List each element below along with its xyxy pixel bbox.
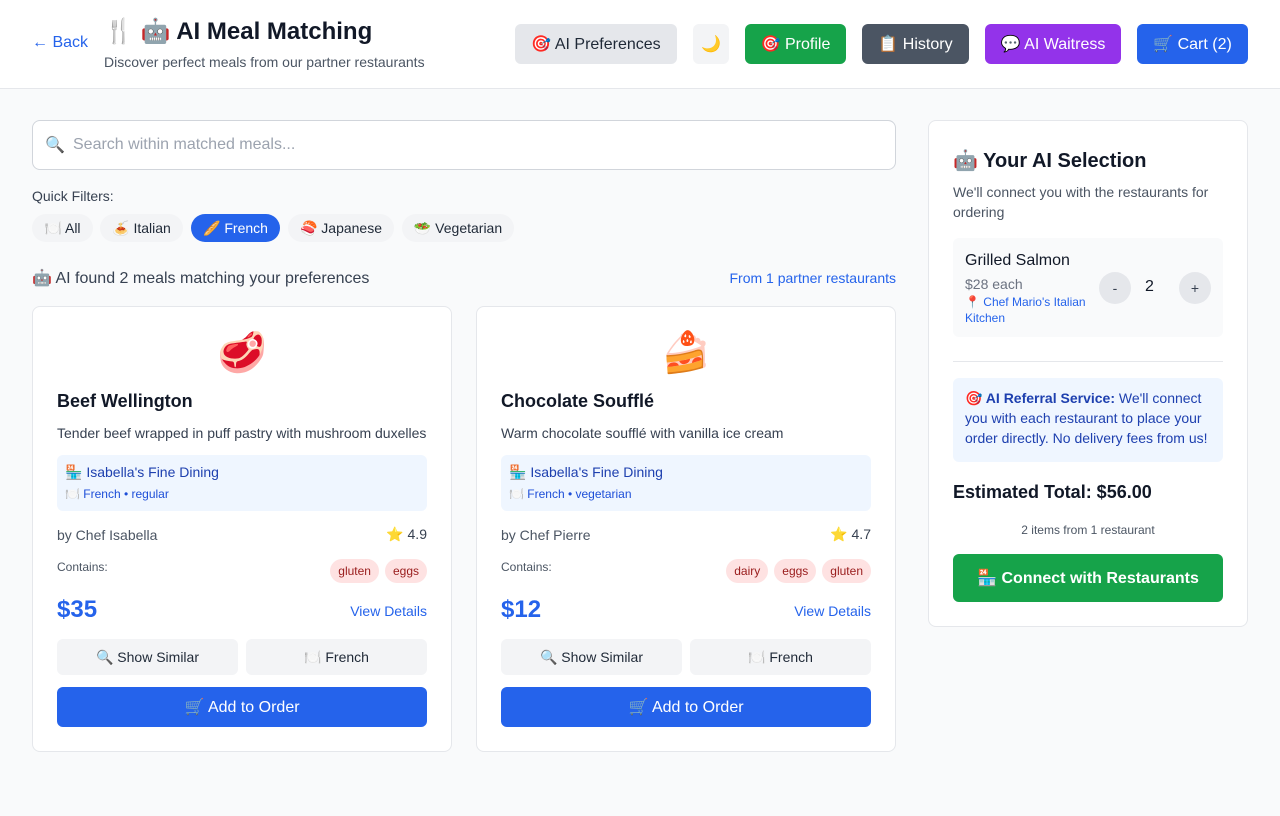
restaurant-meta: 🍽️ French • vegetarian <box>509 487 632 501</box>
allergen-list: gluten eggs <box>330 559 427 583</box>
connect-restaurants-button[interactable]: 🏪 Connect with Restaurants <box>953 554 1223 602</box>
search-box: 🔍 <box>32 120 896 170</box>
meal-price: $35 <box>57 596 98 623</box>
meal-name: Chocolate Soufflé <box>501 391 655 411</box>
dark-mode-toggle[interactable]: 🌙 <box>693 24 729 64</box>
ai-preferences-button[interactable]: 🎯 AI Preferences <box>515 24 677 64</box>
cake-icon: 🍰 <box>661 331 711 375</box>
meal-card: 🥩 Beef Wellington Tender beef wrapped in… <box>32 306 452 752</box>
chef-name: by Chef Pierre <box>501 527 591 543</box>
divider <box>953 361 1223 362</box>
meal-name: Beef Wellington <box>57 391 193 411</box>
app-header: ← Back 🍴 🤖 AI Meal Matching Discover per… <box>0 0 1280 89</box>
page-title: 🍴 🤖 AI Meal Matching <box>104 18 373 45</box>
filter-chip-all[interactable]: 🍽️ All <box>32 214 93 242</box>
filter-chip-vegetarian[interactable]: 🥗 Vegetarian <box>402 214 514 242</box>
item-restaurant: 📍 Chef Mario's Italian Kitchen <box>965 295 1086 325</box>
restaurant-name[interactable]: 🏪 Isabella's Fine Dining <box>509 464 663 481</box>
results-count: 🤖 AI found 2 meals matching your prefere… <box>32 270 370 287</box>
allergen-badge: eggs <box>774 559 817 583</box>
filter-chip-italian[interactable]: 🍝 Italian <box>100 214 183 242</box>
meal-card: 🍰 Chocolate Soufflé Warm chocolate souff… <box>476 306 896 752</box>
increase-quantity-button[interactable]: + <box>1179 272 1211 304</box>
meat-icon: 🥩 <box>217 331 267 375</box>
allergen-badge: eggs <box>384 559 427 583</box>
contains-label: Contains: <box>57 560 108 574</box>
item-price: $28 each <box>965 276 1023 292</box>
restaurant-info: 🏪 Isabella's Fine Dining 🍽️ French • veg… <box>501 455 871 511</box>
back-link[interactable]: ← Back <box>32 34 88 52</box>
show-similar-button[interactable]: 🔍 Show Similar <box>501 639 682 675</box>
panel-description: We'll connect you with the restaurants f… <box>953 184 1209 220</box>
view-details-link[interactable]: View Details <box>350 603 427 619</box>
total-summary: 2 items from 1 restaurant <box>1021 523 1155 537</box>
page-subtitle: Discover perfect meals from our partner … <box>104 54 425 70</box>
show-similar-button[interactable]: 🔍 Show Similar <box>57 639 238 675</box>
item-quantity: 2 <box>1145 278 1154 295</box>
restaurant-meta: 🍽️ French • regular <box>65 487 169 501</box>
referral-notice: 🎯 AI Referral Service: We'll connect you… <box>953 378 1223 462</box>
search-input[interactable] <box>73 122 883 168</box>
search-icon: 🔍 <box>45 137 65 154</box>
decrease-quantity-button[interactable]: - <box>1099 272 1131 304</box>
quick-filters-label: Quick Filters: <box>32 188 114 204</box>
restaurant-name[interactable]: 🏪 Isabella's Fine Dining <box>65 464 219 481</box>
history-button[interactable]: 📋 History <box>862 24 969 64</box>
item-name: Grilled Salmon <box>965 252 1070 269</box>
cuisine-filter-button[interactable]: 🍽️ French <box>246 639 427 675</box>
meal-description: Tender beef wrapped in puff pastry with … <box>57 425 427 441</box>
allergen-list: dairy eggs gluten <box>726 559 871 583</box>
view-details-link[interactable]: View Details <box>794 603 871 619</box>
chef-name: by Chef Isabella <box>57 527 158 543</box>
selection-item: Grilled Salmon $28 each 📍 Chef Mario's I… <box>953 238 1223 337</box>
partner-restaurants-link[interactable]: From 1 partner restaurants <box>729 270 896 286</box>
add-to-order-button[interactable]: 🛒 Add to Order <box>501 687 871 727</box>
referral-heading: 🎯 AI Referral Service: <box>965 390 1115 406</box>
ai-waitress-button[interactable]: 💬 AI Waitress <box>985 24 1121 64</box>
rating: ⭐ 4.7 <box>830 526 871 542</box>
panel-title: 🤖 Your AI Selection <box>953 150 1147 172</box>
cuisine-filter-button[interactable]: 🍽️ French <box>690 639 871 675</box>
allergen-badge: gluten <box>330 559 379 583</box>
add-to-order-button[interactable]: 🛒 Add to Order <box>57 687 427 727</box>
profile-button[interactable]: 🎯 Profile <box>745 24 846 64</box>
allergen-badge: dairy <box>726 559 769 583</box>
restaurant-info: 🏪 Isabella's Fine Dining 🍽️ French • reg… <box>57 455 427 511</box>
meal-price: $12 <box>501 596 542 623</box>
cart-button[interactable]: 🛒 Cart (2) <box>1137 24 1248 64</box>
estimated-total: Estimated Total: $56.00 <box>953 482 1152 502</box>
rating: ⭐ 4.9 <box>386 526 427 542</box>
ai-selection-panel: 🤖 Your AI Selection We'll connect you wi… <box>928 120 1248 627</box>
contains-label: Contains: <box>501 560 552 574</box>
filter-chip-french[interactable]: 🥖 French <box>191 214 280 242</box>
allergen-badge: gluten <box>822 559 871 583</box>
filter-chip-japanese[interactable]: 🍣 Japanese <box>288 214 394 242</box>
meal-description: Warm chocolate soufflé with vanilla ice … <box>501 425 784 441</box>
